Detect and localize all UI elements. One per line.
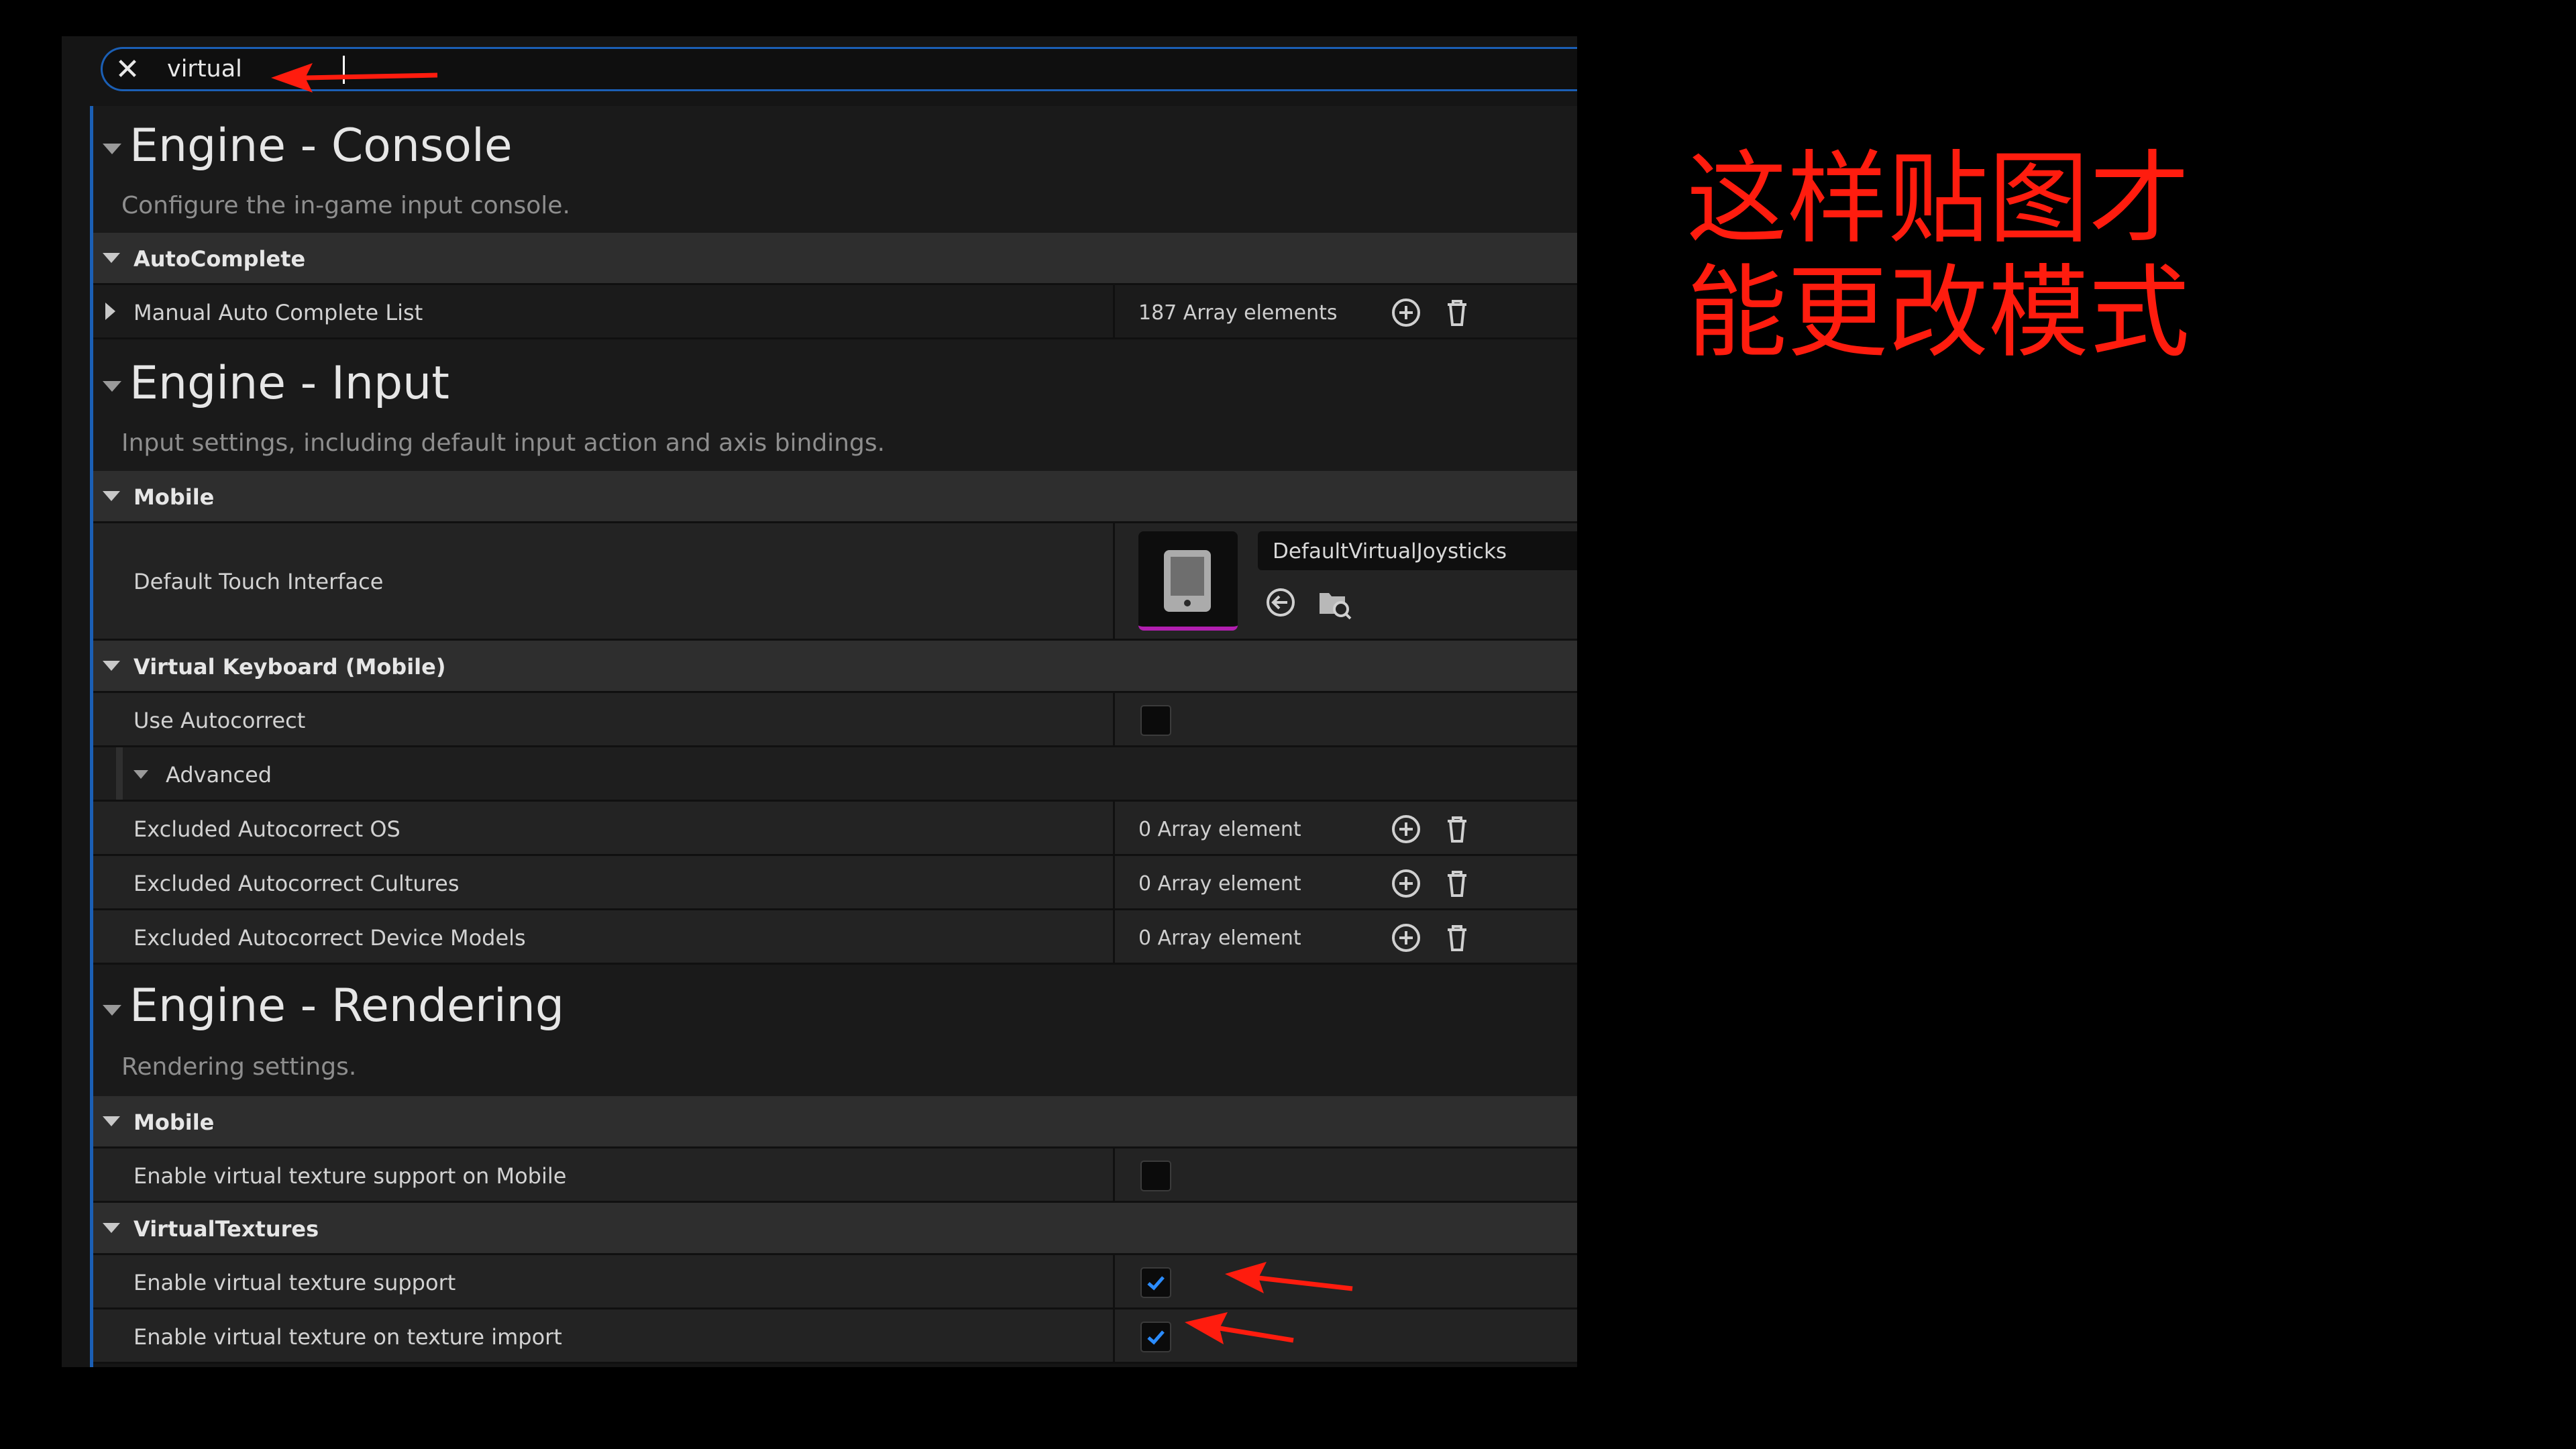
red-arrow-icon [1225,1262,1353,1293]
red-arrow-icon [1185,1312,1294,1344]
annotation-text: 能更改模式 [1686,255,2190,372]
red-arrow-icon [271,63,438,93]
annotation-text: 这样贴图才 [1686,141,2190,258]
